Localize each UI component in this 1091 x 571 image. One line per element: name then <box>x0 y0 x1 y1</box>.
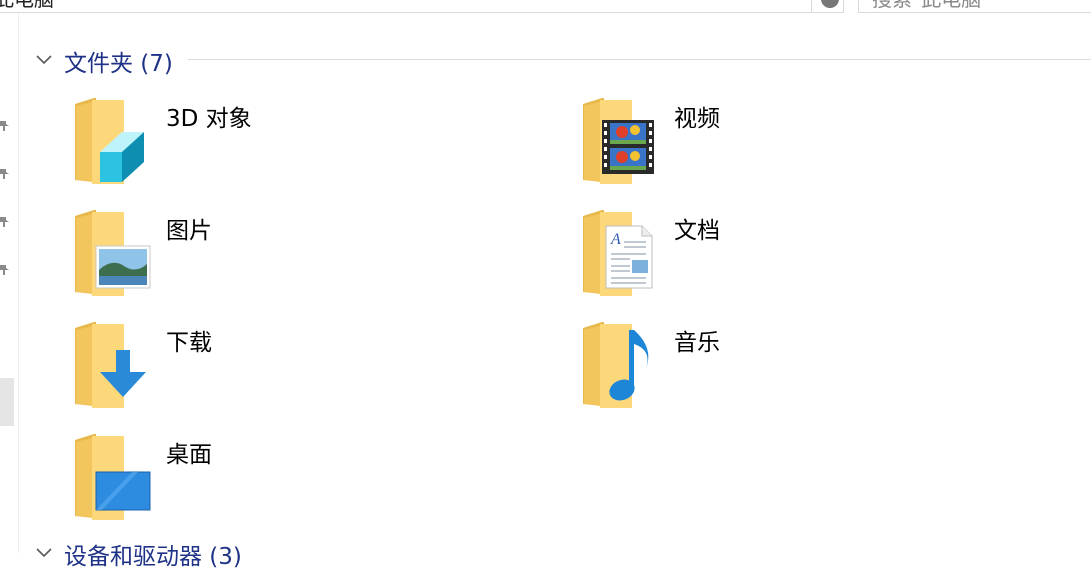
group-header-devices[interactable]: 设备和驱动器 (3) <box>34 536 1091 570</box>
folder-label: 桌面 <box>166 442 212 468</box>
folder-tile-3d-objects[interactable]: 3D 对象 <box>72 96 552 192</box>
group-title: 设备和驱动器 (3) <box>64 544 242 570</box>
folder-tile-downloads[interactable]: 下载 <box>72 320 552 416</box>
group-header-folders[interactable]: 文件夹 (7) <box>34 43 1091 77</box>
folder-label: 视频 <box>674 106 720 132</box>
folder-label: 3D 对象 <box>166 106 252 132</box>
group-title: 文件夹 (7) <box>64 51 173 77</box>
pin-icon <box>0 216 9 227</box>
pin-icon <box>0 120 9 131</box>
music-folder-icon <box>583 322 649 408</box>
folder-tile-documents[interactable]: A 文档 <box>580 208 1060 304</box>
pin-icon <box>0 168 9 179</box>
folder-label: 音乐 <box>674 330 720 356</box>
search-placeholder: 搜索"此电脑" <box>872 0 990 12</box>
navigation-pane[interactable] <box>0 14 19 553</box>
chevron-down-icon[interactable] <box>34 49 54 69</box>
3d-objects-folder-icon <box>75 98 144 184</box>
group-divider <box>188 59 1091 60</box>
folder-tile-desktop[interactable]: 桌面 <box>72 432 552 528</box>
videos-folder-icon <box>583 98 654 184</box>
documents-folder-icon: A <box>583 210 653 296</box>
address-path-text: 此电脑 <box>0 0 54 12</box>
folder-label: 下载 <box>166 330 212 356</box>
folder-tile-pictures[interactable]: 图片 <box>72 208 552 304</box>
downloads-folder-icon <box>75 322 146 408</box>
folder-label: 图片 <box>166 218 212 244</box>
nav-selected-item[interactable] <box>0 378 14 426</box>
folder-tile-music[interactable]: 音乐 <box>580 320 1060 416</box>
pictures-folder-icon <box>75 210 151 296</box>
desktop-folder-icon <box>75 434 151 520</box>
svg-text:A: A <box>610 231 621 248</box>
folder-tile-videos[interactable]: 视频 <box>580 96 1060 192</box>
folder-label: 文档 <box>674 218 720 244</box>
address-bar[interactable] <box>0 0 844 13</box>
chevron-down-icon[interactable] <box>34 542 54 562</box>
address-bar-strip: 此电脑 搜索"此电脑" <box>0 0 1091 14</box>
pin-icon <box>0 264 9 275</box>
